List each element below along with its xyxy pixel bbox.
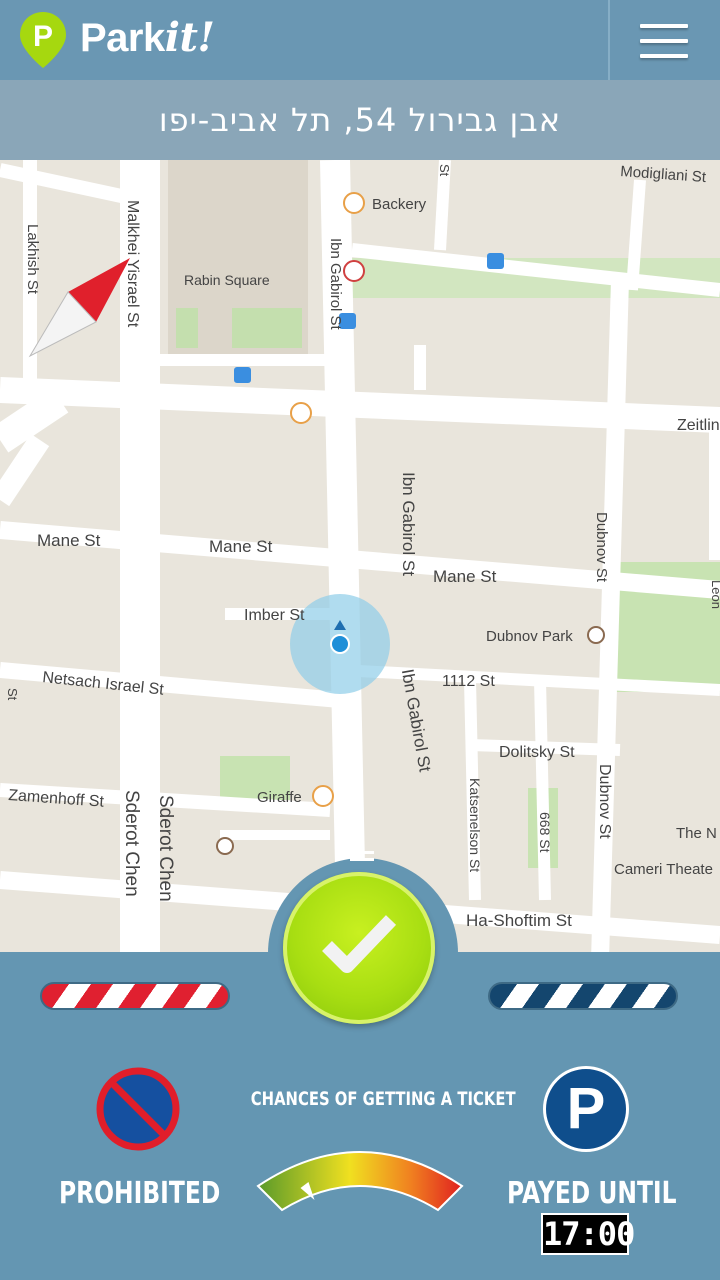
map-label: Dolitsky St [499,744,575,761]
map-label: St [5,688,20,701]
address-bar[interactable]: אבן גבירול 54, תל אביב-יפו [0,80,720,160]
map-label: Rabin Square [184,272,270,288]
bus-stop-icon[interactable] [487,253,504,269]
restaurant-icon[interactable] [290,402,312,424]
current-location-dot [330,634,350,654]
payed-barrier [488,982,678,1010]
map-label: The N [676,825,717,842]
logo-pin-icon: P [20,12,66,68]
top-bar: P Parkit! [0,0,720,80]
map-label: Dubnov St [596,764,613,839]
map-label: Imber St [244,607,305,624]
map-label: Backery [372,196,427,213]
map-label: Dubnov Park [486,628,573,645]
map-label: Ibn Gabirol St [398,668,435,774]
hamburger-menu-icon[interactable] [640,24,688,62]
map-label: Mane St [37,531,101,550]
star-of-david-icon[interactable] [343,260,365,282]
checkmark-icon [322,915,397,973]
logo-text-plain: Park [80,16,165,60]
restaurant-icon[interactable] [312,785,334,807]
map-label: Ibn Gabirol St [327,238,344,331]
ticket-chance-label: CHANCES OF GETTING A TICKET [250,1088,516,1110]
ticket-chance-gauge [256,1151,464,1212]
map-label: Katsenelson St [467,778,483,872]
place-icon[interactable] [216,837,234,855]
map-label: 1112 St [442,673,495,690]
map-label: Lakhish St [24,224,41,295]
app-logo-text: Parkit! [80,14,215,61]
drag-handle-icon[interactable] [348,848,376,864]
menu-divider [608,0,610,80]
no-parking-icon[interactable] [96,1067,180,1151]
map-label: Sderot Chen [155,795,176,902]
map-label: Leon [709,580,720,609]
map-label: Zeitlin [677,417,720,434]
map-label: Dubnov St [593,512,610,583]
logo-letter: P [33,20,53,53]
place-icon[interactable] [587,626,605,644]
bus-stop-icon[interactable] [234,367,251,383]
paid-parking-icon[interactable]: P [543,1066,629,1152]
map-label: Malkhei Yisrael St [124,200,141,328]
map-label: Ha-Shoftim St [466,911,572,930]
map-label: 668 St [537,812,553,853]
map-view[interactable]: Ibn Gabirol St Ibn Gabirol St Ibn Gabiro… [0,160,720,960]
map-label: Sderot Chen [121,790,142,897]
map-label: Cameri Theate [614,861,713,878]
prohibited-barrier [40,982,230,1010]
map-label: Giraffe [257,789,302,806]
compass-icon[interactable] [28,258,130,358]
map-label: Ibn Gabirol St [399,472,418,576]
prohibited-label: PROHIBITED [59,1176,221,1211]
address-text: אבן גבירול 54, תל אביב-יפו [158,101,562,139]
logo-text-script: it! [164,14,215,61]
payed-until-label: PAYED UNTIL [507,1176,677,1211]
map-label: Mane St [433,567,497,586]
restaurant-icon[interactable] [343,192,365,214]
map-label: St [437,164,452,177]
map-label: Mane St [209,537,273,556]
confirm-parking-button[interactable] [283,872,435,1024]
payed-until-time: 17:00 [541,1213,635,1255]
map-label: Modigliani St [620,163,708,186]
